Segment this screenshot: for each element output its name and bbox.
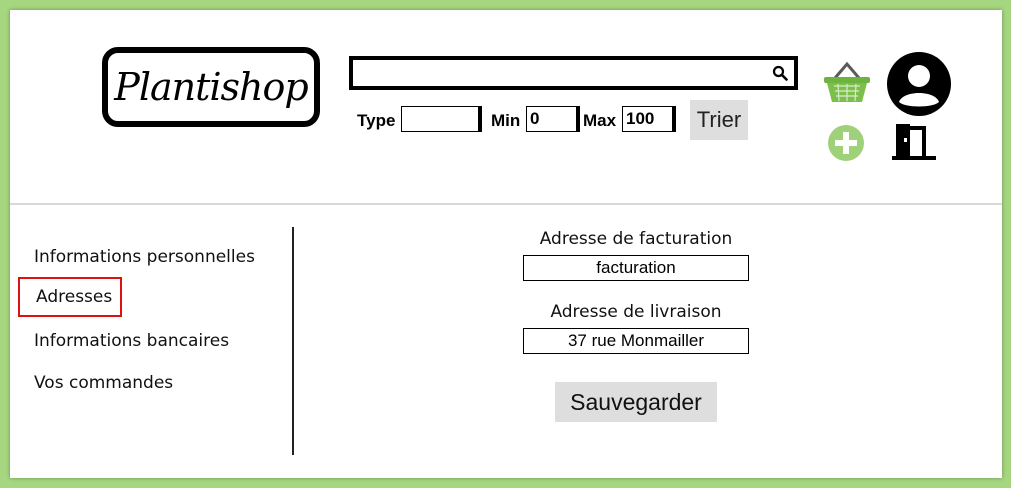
search-icon[interactable] <box>772 65 788 81</box>
type-filter-label: Type <box>357 111 396 130</box>
billing-address-input[interactable] <box>523 255 749 281</box>
search-input[interactable] <box>353 60 775 86</box>
max-filter-label: Max <box>583 111 617 130</box>
sidebar-item-informations-personnelles[interactable]: Informations personnelles <box>34 247 255 267</box>
logo-text: Plantishop <box>114 65 308 109</box>
shipping-address-input[interactable] <box>523 328 749 354</box>
logout-door-icon[interactable] <box>890 122 938 162</box>
add-icon[interactable] <box>828 125 864 161</box>
basket-icon[interactable] <box>822 60 872 104</box>
user-icon[interactable] <box>887 52 951 116</box>
page-frame: Plantishop Type Min Max Trier <box>10 10 1002 478</box>
max-price-input[interactable] <box>622 106 676 132</box>
shipping-address-label: Adresse de livraison <box>550 302 722 322</box>
sidebar-item-informations-bancaires[interactable]: Informations bancaires <box>34 331 229 351</box>
sidebar-divider <box>292 227 294 455</box>
sort-button[interactable]: Trier <box>690 100 748 140</box>
sidebar-item-adresses[interactable]: Adresses <box>18 277 122 317</box>
sidebar-item-vos-commandes[interactable]: Vos commandes <box>34 373 173 393</box>
search-bar[interactable] <box>349 56 798 90</box>
min-filter-label: Min <box>491 111 521 130</box>
header-divider <box>10 203 1002 205</box>
plantishop-logo[interactable]: Plantishop <box>102 47 320 127</box>
save-button[interactable]: Sauvegarder <box>555 382 717 422</box>
min-price-input[interactable] <box>526 106 580 132</box>
type-filter-input[interactable] <box>401 106 482 132</box>
billing-address-label: Adresse de facturation <box>539 229 733 249</box>
